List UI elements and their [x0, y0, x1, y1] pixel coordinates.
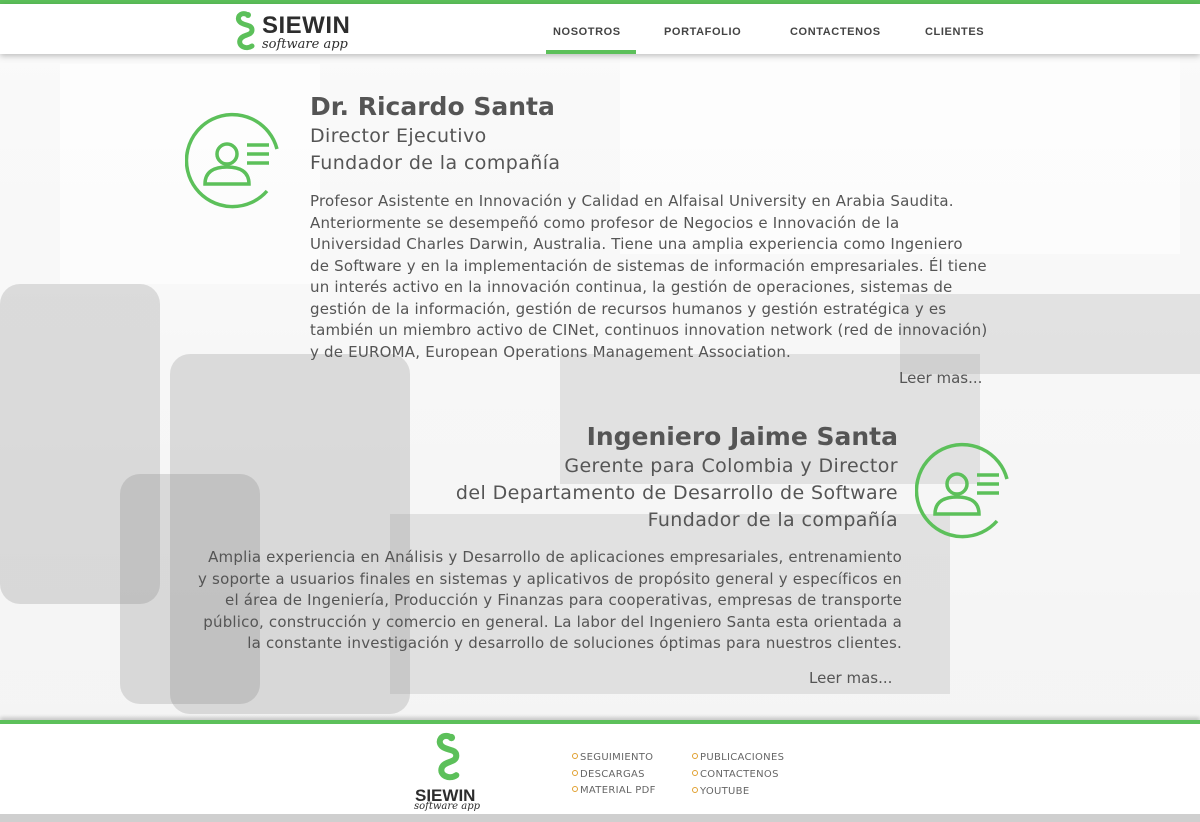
bio-line: gestión de la información, gestión de re… — [310, 299, 947, 318]
bio-line: un interés activo en la innovación conti… — [310, 278, 953, 296]
footer-link-label: SEGUIMIENTO — [580, 752, 654, 763]
bio-line: Profesor Asistente en Innovación y Calid… — [310, 192, 954, 210]
read-more-link[interactable]: Leer mas... — [899, 369, 982, 387]
footer-link-contactenos[interactable]: CONTACTENOS — [692, 769, 779, 780]
bullet-icon — [572, 786, 578, 792]
nav-item-clientes[interactable]: CLIENTES — [925, 26, 984, 38]
profile-bio: Profesor Asistente en Innovación y Calid… — [310, 191, 1000, 363]
footer-link-label: DESCARGAS — [580, 769, 645, 780]
bullet-icon — [692, 770, 698, 776]
profile-role: Fundador de la compañía — [647, 509, 898, 531]
bio-line: público, construcción y comercio en gene… — [203, 612, 902, 631]
nav-active-indicator — [546, 50, 636, 54]
footer-link-label: CONTACTENOS — [700, 769, 779, 780]
read-more-link[interactable]: Leer mas... — [809, 669, 892, 687]
profile-name: Ingeniero Jaime Santa — [586, 422, 898, 451]
profile-role: del Departamento de Desarrollo de Softwa… — [455, 482, 898, 504]
bio-line: Amplia experiencia en Análisis y Desarro… — [208, 548, 902, 566]
bio-line: y soporte a usuarios finales en sistemas… — [198, 569, 902, 588]
footer-link-label: PUBLICACIONES — [700, 752, 785, 763]
profile-role: Fundador de la compañía — [310, 152, 561, 174]
bio-line: también un miembro activo de CINet, cont… — [310, 321, 988, 339]
user-profile-icon — [185, 112, 279, 209]
bottom-bar — [0, 814, 1200, 822]
bullet-icon — [572, 770, 578, 776]
brand-tagline: software app — [262, 37, 348, 52]
footer-link-publicaciones[interactable]: PUBLICACIONES — [692, 752, 784, 763]
seahorse-logo-icon — [235, 11, 255, 51]
profile-bio: Amplia experiencia en Análisis y Desarro… — [182, 547, 902, 655]
bio-line: Anteriormente se desempeñó como profesor… — [310, 213, 900, 232]
bio-line: la constante investigación y desarrollo … — [247, 634, 902, 652]
nav-item-contactenos[interactable]: CONTACTENOS — [790, 26, 881, 38]
seahorse-logo-icon — [436, 732, 460, 781]
bio-line: de Software y en la implementación de si… — [310, 256, 987, 275]
brand-name: SIEWIN — [262, 12, 351, 39]
bio-line: y de EUROMA, European Operations Managem… — [310, 342, 791, 361]
nav-item-nosotros[interactable]: NOSOTROS — [553, 26, 621, 38]
footer-link-seguimiento[interactable]: SEGUIMIENTO — [572, 752, 653, 763]
footer-link-descargas[interactable]: DESCARGAS — [572, 769, 645, 780]
profile-name: Dr. Ricardo Santa — [310, 92, 555, 121]
bullet-icon — [692, 787, 698, 793]
bullet-icon — [692, 753, 698, 759]
profile-role: Director Ejecutivo — [310, 125, 487, 147]
profile-role: Gerente para Colombia y Director — [564, 455, 898, 477]
footer-brand-logo[interactable]: SIEWIN software app — [414, 730, 494, 812]
user-profile-icon — [915, 442, 1009, 539]
footer-link-label: MATERIAL PDF — [580, 785, 656, 796]
bio-line: el área de Ingeniería, Producción y Fina… — [225, 591, 902, 609]
site-footer: SIEWIN software app SEGUIMIENTO DESCARGA… — [0, 724, 1200, 814]
team-section: Dr. Ricardo Santa Director Ejecutivo Fun… — [0, 54, 1200, 720]
brand-logo[interactable]: SIEWIN software app — [232, 10, 367, 54]
footer-link-youtube[interactable]: YOUTUBE — [692, 786, 749, 797]
footer-link-label: YOUTUBE — [700, 786, 750, 797]
footer-brand-tagline: software app — [414, 801, 481, 812]
nav-item-portafolio[interactable]: PORTAFOLIO — [664, 26, 741, 38]
site-header: SIEWIN software app NOSOTROS PORTAFOLIO … — [0, 4, 1200, 54]
footer-link-material-pdf[interactable]: MATERIAL PDF — [572, 785, 656, 796]
bullet-icon — [572, 753, 578, 759]
bio-line: Universidad Charles Darwin, Australia. T… — [310, 235, 963, 253]
